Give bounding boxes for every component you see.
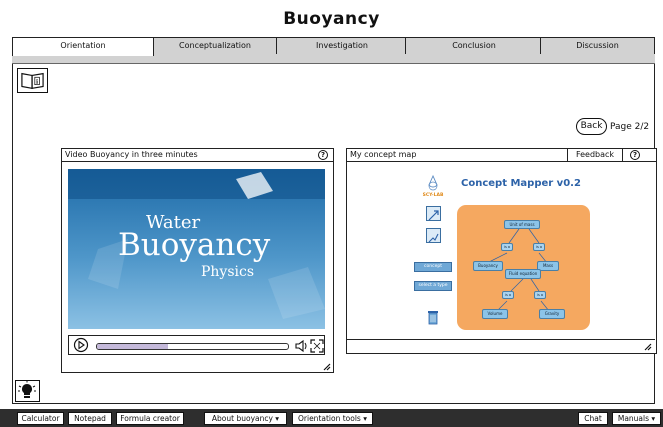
play-icon[interactable] xyxy=(73,337,89,353)
feedback-button[interactable]: Feedback xyxy=(567,149,623,162)
orientation-tools-dropdown[interactable]: Orientation tools ▾ xyxy=(292,412,373,425)
notepad-button[interactable]: Notepad xyxy=(68,412,112,425)
resize-icon[interactable] xyxy=(322,362,332,372)
video-player[interactable]: Water Buoyancy Physics xyxy=(68,169,325,329)
concept-node-fluid-equation[interactable]: Fluid equation xyxy=(505,269,541,279)
video-help-icon[interactable]: ? xyxy=(318,150,328,160)
concept-map-panel: My concept map Feedback ? SCY-LAB Concep… xyxy=(346,148,657,354)
video-panel-title: Video Buoyancy in three minutes xyxy=(65,150,198,159)
tab-conceptualization[interactable]: Conceptualization xyxy=(151,37,279,54)
concept-panel-divider xyxy=(347,339,655,340)
tab-orientation[interactable]: Orientation xyxy=(12,37,154,56)
video-panel: Video Buoyancy in three minutes ? Water … xyxy=(61,148,334,373)
video-controls xyxy=(68,335,325,355)
chart-tool-icon xyxy=(428,233,439,243)
lightbulb-icon xyxy=(18,381,36,398)
formula-creator-button[interactable]: Formula creator xyxy=(116,412,184,425)
calculator-button[interactable]: Calculator xyxy=(17,412,64,425)
tab-investigation[interactable]: Investigation xyxy=(276,37,408,54)
concept-map-canvas[interactable]: Unit of mass is a is a Buoyancy Mass Flu… xyxy=(457,205,590,330)
scylab-logo-text: SCY-LAB xyxy=(423,192,444,198)
tab-conclusion[interactable]: Conclusion xyxy=(405,37,543,54)
trash-icon[interactable] xyxy=(427,309,439,325)
video-progress-fill xyxy=(97,344,168,349)
image-tool-button[interactable] xyxy=(426,228,441,243)
info-book-button[interactable]: i xyxy=(17,68,48,93)
concept-help-icon[interactable]: ? xyxy=(630,150,640,160)
concept-node-gravity[interactable]: Gravity xyxy=(539,309,565,319)
concept-link-label[interactable]: is a xyxy=(534,291,546,299)
concept-link-label[interactable]: is a xyxy=(533,243,545,251)
concept-link-label[interactable]: is a xyxy=(501,243,513,251)
page-indicator: Page 2/2 xyxy=(610,122,650,132)
tab-discussion[interactable]: Discussion xyxy=(540,37,655,54)
page-title: Buoyancy xyxy=(283,9,380,29)
video-panel-header: Video Buoyancy in three minutes xyxy=(62,149,333,162)
resize-icon[interactable] xyxy=(643,342,653,352)
concept-node-unit-of-mass[interactable]: Unit of mass xyxy=(504,220,540,229)
info-book-icon: i xyxy=(21,72,44,90)
volume-icon[interactable] xyxy=(294,339,310,353)
video-text-buoyancy: Buoyancy xyxy=(118,227,271,263)
concept-map-title: My concept map xyxy=(350,150,417,159)
link-tool-button[interactable] xyxy=(426,206,441,221)
tab-bar: Orientation Conceptualization Investigat… xyxy=(12,37,655,56)
concept-node-volume[interactable]: Volume xyxy=(482,309,508,319)
hint-button[interactable] xyxy=(15,380,40,402)
link-arrow-icon xyxy=(428,210,439,221)
select-type-button[interactable]: select a type xyxy=(414,281,452,291)
about-buoyancy-dropdown[interactable]: About buoyancy ▾ xyxy=(204,412,287,425)
concept-mapper-app: SCY-LAB Concept Mapper v0.2 concept sele… xyxy=(353,173,590,334)
chat-button[interactable]: Chat xyxy=(578,412,608,425)
scylab-logo: SCY-LAB xyxy=(423,174,444,198)
back-button[interactable]: Back xyxy=(576,118,607,135)
fullscreen-icon[interactable] xyxy=(310,339,324,353)
video-text-physics: Physics xyxy=(201,264,255,280)
concept-node-buoyancy[interactable]: Buoyancy xyxy=(473,261,503,271)
concept-tool-button[interactable]: concept xyxy=(414,262,452,272)
concept-mapper-title: Concept Mapper v0.2 xyxy=(461,178,581,189)
svg-text:i: i xyxy=(36,79,38,85)
concept-link-label[interactable]: is a xyxy=(502,291,514,299)
manuals-dropdown[interactable]: Manuals ▾ xyxy=(612,412,661,425)
video-progress-bar[interactable] xyxy=(96,343,289,350)
